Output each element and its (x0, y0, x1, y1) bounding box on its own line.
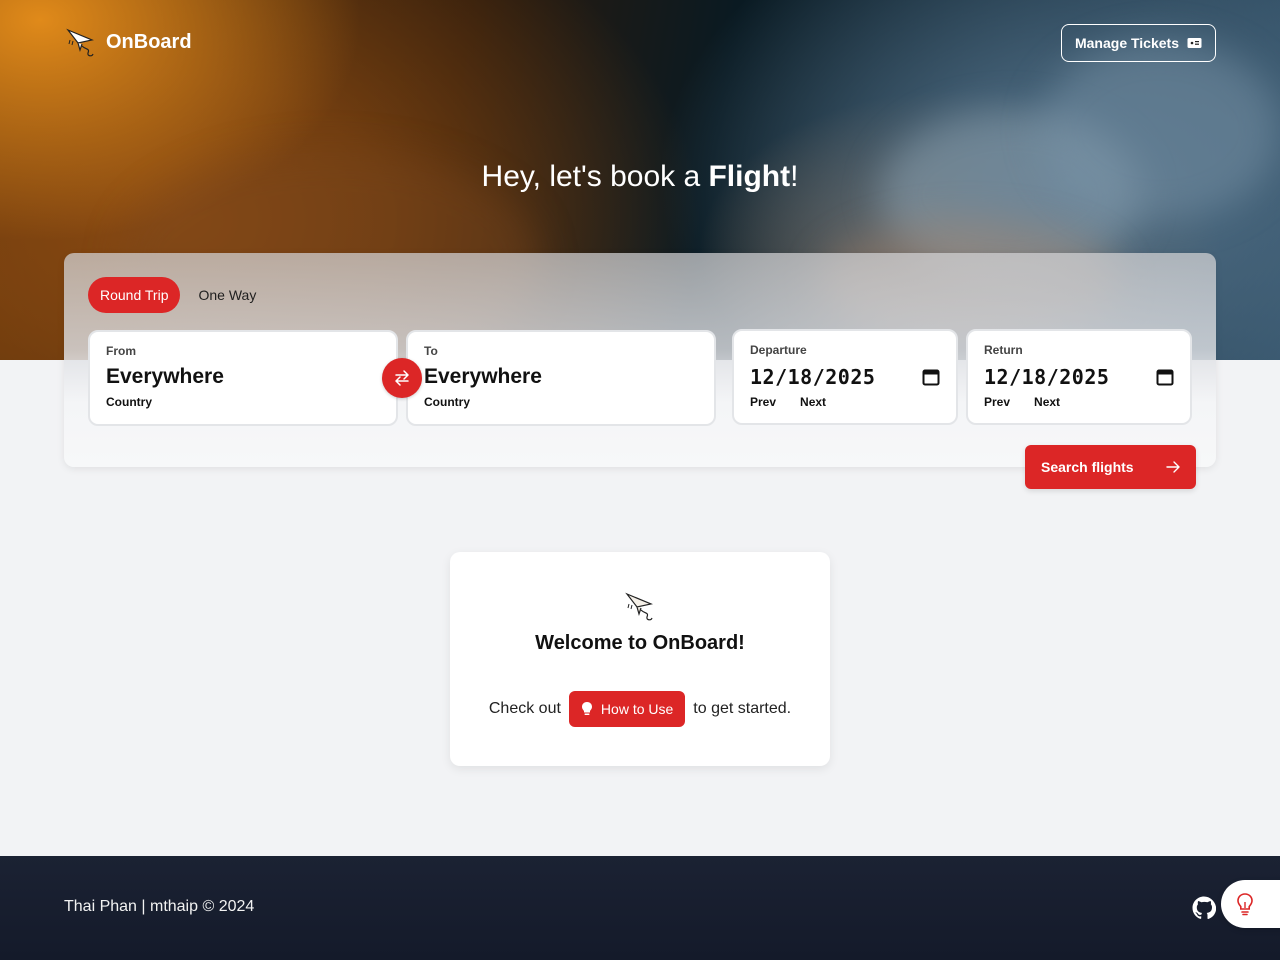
from-field[interactable]: From Everywhere Country (88, 330, 398, 426)
help-fab-button[interactable] (1221, 880, 1280, 928)
return-prev-button[interactable]: Prev (984, 395, 1010, 409)
ticket-icon (1187, 38, 1202, 48)
welcome-card: Welcome to OnBoard! Check out How to Use… (450, 552, 830, 766)
calendar-icon[interactable] (922, 368, 940, 386)
to-value: Everywhere (424, 365, 542, 388)
tab-one-way[interactable]: One Way (186, 277, 268, 313)
arrow-right-icon (1166, 461, 1180, 473)
headline-suffix: ! (790, 160, 799, 193)
paper-plane-icon (625, 592, 654, 621)
from-sub: Country (106, 395, 152, 409)
lightbulb-icon (1237, 893, 1253, 916)
flight-search-card: Round Trip One Way From Everywhere Count… (64, 253, 1216, 467)
from-value: Everywhere (106, 365, 224, 388)
footer: Thai Phan | mthaip © 2024 (0, 856, 1280, 960)
hero-headline: Hey, let's book a Flight! (0, 160, 1280, 194)
swap-arrows-icon (395, 370, 409, 386)
departure-next-button[interactable]: Next (800, 395, 826, 409)
return-field: Return 12/18/2025 Prev Next (966, 329, 1192, 425)
return-date-input[interactable]: 12/18/2025 (984, 365, 1109, 389)
to-sub: Country (424, 395, 470, 409)
welcome-suffix: to get started. (693, 700, 792, 717)
search-flights-button[interactable]: Search flights (1025, 445, 1196, 489)
search-flights-label: Search flights (1041, 459, 1134, 475)
tab-round-trip[interactable]: Round Trip (88, 277, 181, 313)
welcome-title: Welcome to OnBoard! (535, 632, 745, 654)
footer-credit: Thai Phan | mthaip © 2024 (64, 898, 255, 915)
brand-logo[interactable]: OnBoard (66, 26, 192, 58)
calendar-icon[interactable] (1156, 368, 1174, 386)
return-next-button[interactable]: Next (1034, 395, 1060, 409)
brand-name: OnBoard (106, 30, 192, 53)
welcome-message: Check out How to Use to get started. (450, 691, 830, 727)
headline-emphasis: Flight (708, 160, 791, 193)
return-label: Return (984, 343, 1023, 357)
departure-prev-button[interactable]: Prev (750, 395, 776, 409)
departure-field: Departure 12/18/2025 Prev Next (732, 329, 958, 425)
swap-locations-button[interactable] (382, 358, 422, 398)
manage-tickets-button[interactable]: Manage Tickets (1061, 24, 1216, 62)
lightbulb-icon (581, 702, 592, 715)
github-icon[interactable] (1192, 896, 1216, 920)
headline-prefix: Hey, let's book a (481, 160, 709, 193)
manage-tickets-label: Manage Tickets (1074, 35, 1179, 51)
how-to-use-label: How to Use (600, 701, 674, 717)
welcome-prefix: Check out (488, 700, 561, 717)
departure-date-input[interactable]: 12/18/2025 (750, 365, 875, 389)
to-field[interactable]: To Everywhere Country (406, 330, 716, 426)
trip-type-tabs: Round Trip One Way (88, 277, 268, 313)
from-label: From (106, 344, 136, 358)
departure-label: Departure (750, 343, 807, 357)
paper-plane-icon (66, 28, 95, 57)
to-label: To (424, 344, 438, 358)
how-to-use-button[interactable]: How to Use (568, 691, 686, 727)
